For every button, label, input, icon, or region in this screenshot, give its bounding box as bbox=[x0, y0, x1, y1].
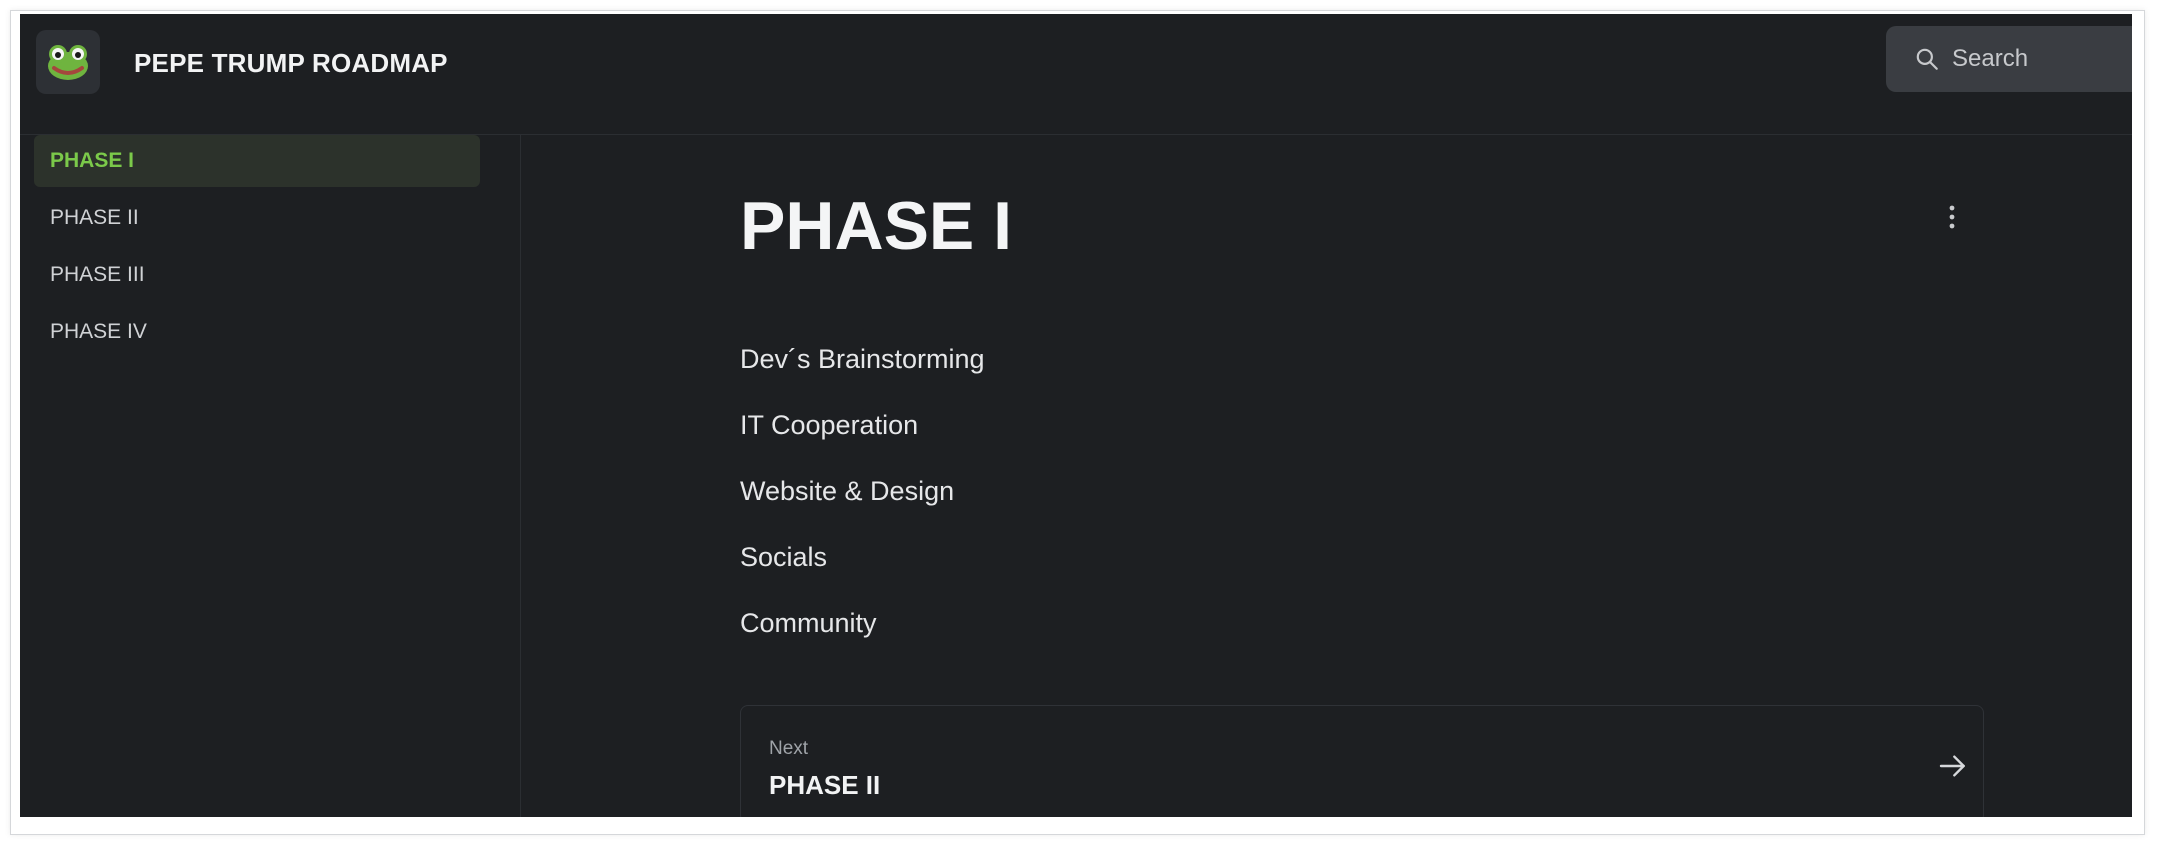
top-bar: PEPE TRUMP ROADMAP Search bbox=[20, 14, 2132, 135]
roadmap-item: Website & Design bbox=[740, 476, 955, 506]
arrow-right-icon bbox=[1939, 755, 1965, 777]
sidebar: PHASE I PHASE II PHASE III PHASE IV bbox=[20, 135, 521, 817]
next-label: Next bbox=[769, 738, 809, 759]
app-window: PEPE TRUMP ROADMAP Search PHASE I PHASE … bbox=[20, 14, 2132, 817]
next-title: PHASE II bbox=[769, 770, 881, 800]
page-title: PHASE I bbox=[740, 188, 1013, 264]
sidebar-item-phase-i[interactable]: PHASE I bbox=[34, 135, 480, 187]
next-page-button[interactable]: Next PHASE II bbox=[740, 705, 1984, 817]
sidebar-item-phase-iv[interactable]: PHASE IV bbox=[34, 306, 480, 358]
roadmap-item: Community bbox=[740, 608, 877, 638]
frog-face-icon[interactable] bbox=[36, 30, 100, 94]
search-input[interactable]: Search bbox=[1886, 26, 2132, 92]
roadmap-item: Socials bbox=[740, 542, 828, 572]
search-placeholder: Search bbox=[1952, 45, 2029, 72]
sidebar-item-phase-iii[interactable]: PHASE III bbox=[34, 249, 480, 301]
app-title[interactable]: PEPE TRUMP ROADMAP bbox=[134, 48, 448, 79]
more-vertical-icon[interactable] bbox=[1938, 199, 1966, 239]
roadmap-item: Dev´s Brainstorming bbox=[740, 344, 985, 374]
sidebar-item-phase-ii[interactable]: PHASE II bbox=[34, 192, 480, 244]
search-icon bbox=[1916, 48, 1938, 70]
roadmap-item: IT Cooperation bbox=[740, 410, 919, 440]
